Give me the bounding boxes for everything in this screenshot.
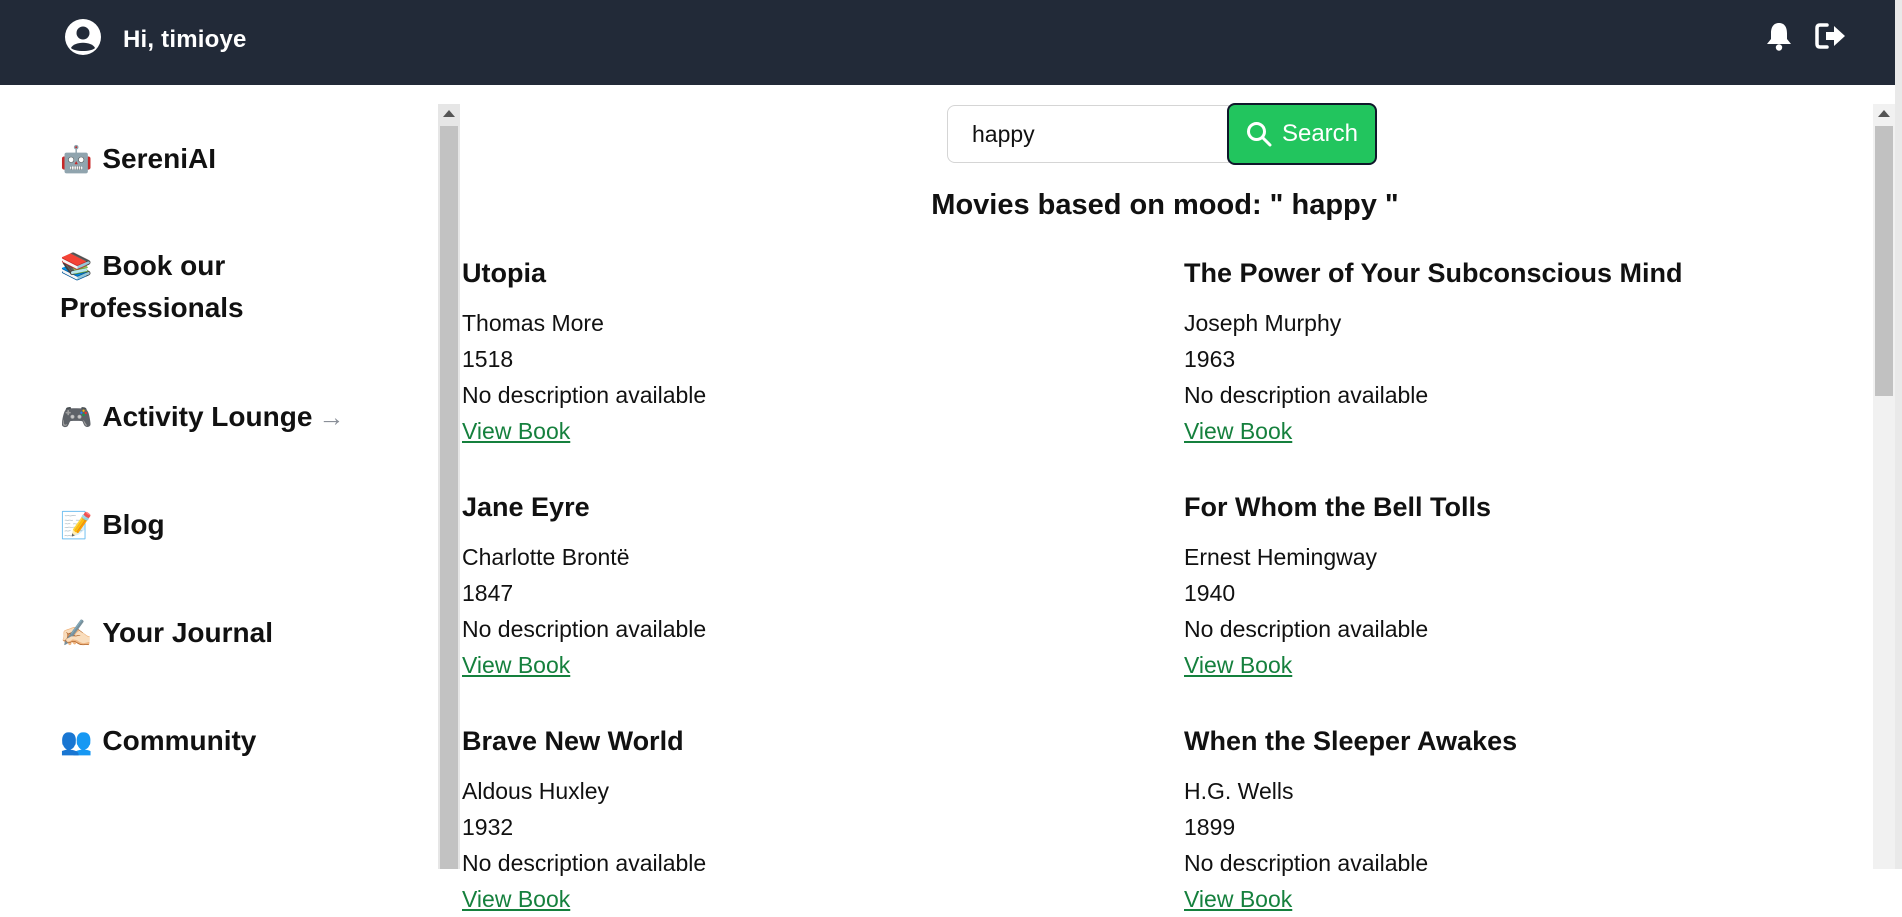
- sidebar-scrollbar-thumb[interactable]: [440, 126, 458, 869]
- book-title: Jane Eyre: [462, 492, 590, 522]
- book-author: Thomas More: [462, 310, 604, 336]
- view-book-link[interactable]: View Book: [462, 413, 1142, 449]
- book-description: No description available: [1184, 850, 1429, 876]
- writing-hand-icon: ✍🏻: [60, 618, 93, 648]
- sidebar-item-label: Activity Lounge: [102, 401, 313, 432]
- book-year: 1847: [462, 580, 514, 606]
- book-description: No description available: [1184, 382, 1429, 408]
- book-title: The Power of Your Subconscious Mind: [1184, 258, 1683, 288]
- sidebar-item-activity-lounge[interactable]: 🎮 Activity Lounge →: [60, 396, 344, 438]
- book-description: No description available: [462, 382, 707, 408]
- book-author: H.G. Wells: [1184, 778, 1294, 804]
- sidebar-item-label: Your Journal: [102, 617, 273, 648]
- sidebar: 🤖 SereniAI 📚 Book our Professionals 🎮 Activ…: [0, 85, 438, 869]
- gamepad-icon: 🎮: [60, 402, 93, 432]
- greeting-text: Hi, timioye: [123, 25, 247, 53]
- search-button-label: Search: [1281, 120, 1359, 147]
- results-heading: Movies based on mood: " happy ": [931, 189, 1399, 221]
- book-author: Ernest Hemingway: [1184, 544, 1378, 570]
- view-book-link[interactable]: View Book: [1184, 647, 1864, 683]
- book-title: For Whom the Bell Tolls: [1184, 492, 1491, 522]
- memo-icon: 📝: [60, 510, 93, 540]
- bell-icon[interactable]: [1763, 20, 1795, 52]
- book-card: Jane Eyre Charlotte Brontë 1847 No descr…: [462, 489, 1142, 683]
- people-icon: 👥: [60, 726, 93, 756]
- book-author: Aldous Huxley: [462, 778, 610, 804]
- user-avatar-icon[interactable]: [64, 18, 102, 61]
- book-card: When the Sleeper Awakes H.G. Wells 1899 …: [1184, 723, 1864, 917]
- book-author: Joseph Murphy: [1184, 310, 1342, 336]
- book-year: 1940: [1184, 580, 1236, 606]
- book-card: Brave New World Aldous Huxley 1932 No de…: [462, 723, 1142, 917]
- window-edge: [1895, 0, 1902, 869]
- view-book-link[interactable]: View Book: [1184, 881, 1864, 917]
- scroll-up-arrow-icon[interactable]: [443, 110, 455, 117]
- main-content: Search Movies based on mood: " happy " U…: [460, 85, 1870, 912]
- main-scrollbar-thumb[interactable]: [1875, 126, 1893, 396]
- book-year: 1963: [1184, 346, 1236, 372]
- sidebar-item-label: Community: [102, 725, 257, 756]
- sidebar-item-journal[interactable]: ✍🏻 Your Journal: [60, 612, 273, 654]
- sidebar-item-book-professionals[interactable]: 📚 Book our Professionals: [60, 245, 360, 329]
- book-card: For Whom the Bell Tolls Ernest Hemingway…: [1184, 489, 1864, 683]
- book-description: No description available: [462, 850, 707, 876]
- main-scrollbar[interactable]: [1873, 104, 1895, 869]
- search-input[interactable]: [947, 105, 1229, 163]
- search-bar: Search: [947, 103, 1377, 165]
- sidebar-item-community[interactable]: 👥 Community: [60, 720, 256, 762]
- book-title: Brave New World: [462, 726, 684, 756]
- book-description: No description available: [462, 616, 707, 642]
- book-author: Charlotte Brontë: [462, 544, 630, 570]
- sidebar-item-label: SereniAI: [102, 143, 216, 174]
- robot-icon: 🤖: [60, 144, 93, 174]
- top-navbar: Hi, timioye: [0, 0, 1895, 85]
- book-card: Utopia Thomas More 1518 No description a…: [462, 255, 1142, 449]
- search-icon: [1246, 122, 1272, 147]
- search-button[interactable]: Search: [1227, 103, 1377, 165]
- user-greeting: Hi, timioye: [64, 18, 247, 61]
- sidebar-scrollbar[interactable]: [438, 104, 460, 869]
- book-card: The Power of Your Subconscious Mind Jose…: [1184, 255, 1864, 449]
- book-year: 1518: [462, 346, 514, 372]
- scroll-up-arrow-icon[interactable]: [1878, 110, 1890, 117]
- logout-icon[interactable]: [1815, 20, 1847, 52]
- view-book-link[interactable]: View Book: [1184, 413, 1864, 449]
- book-title: Utopia: [462, 258, 546, 288]
- arrow-right-icon: →: [318, 402, 345, 432]
- view-book-link[interactable]: View Book: [462, 881, 1142, 917]
- sidebar-item-sereniai[interactable]: 🤖 SereniAI: [60, 138, 216, 180]
- book-description: No description available: [1184, 616, 1429, 642]
- books-icon: 📚: [60, 251, 93, 281]
- view-book-link[interactable]: View Book: [462, 647, 1142, 683]
- book-year: 1899: [1184, 814, 1236, 840]
- sidebar-item-blog[interactable]: 📝 Blog: [60, 504, 165, 546]
- book-year: 1932: [462, 814, 514, 840]
- book-title: When the Sleeper Awakes: [1184, 726, 1518, 756]
- sidebar-item-label: Blog: [102, 509, 165, 540]
